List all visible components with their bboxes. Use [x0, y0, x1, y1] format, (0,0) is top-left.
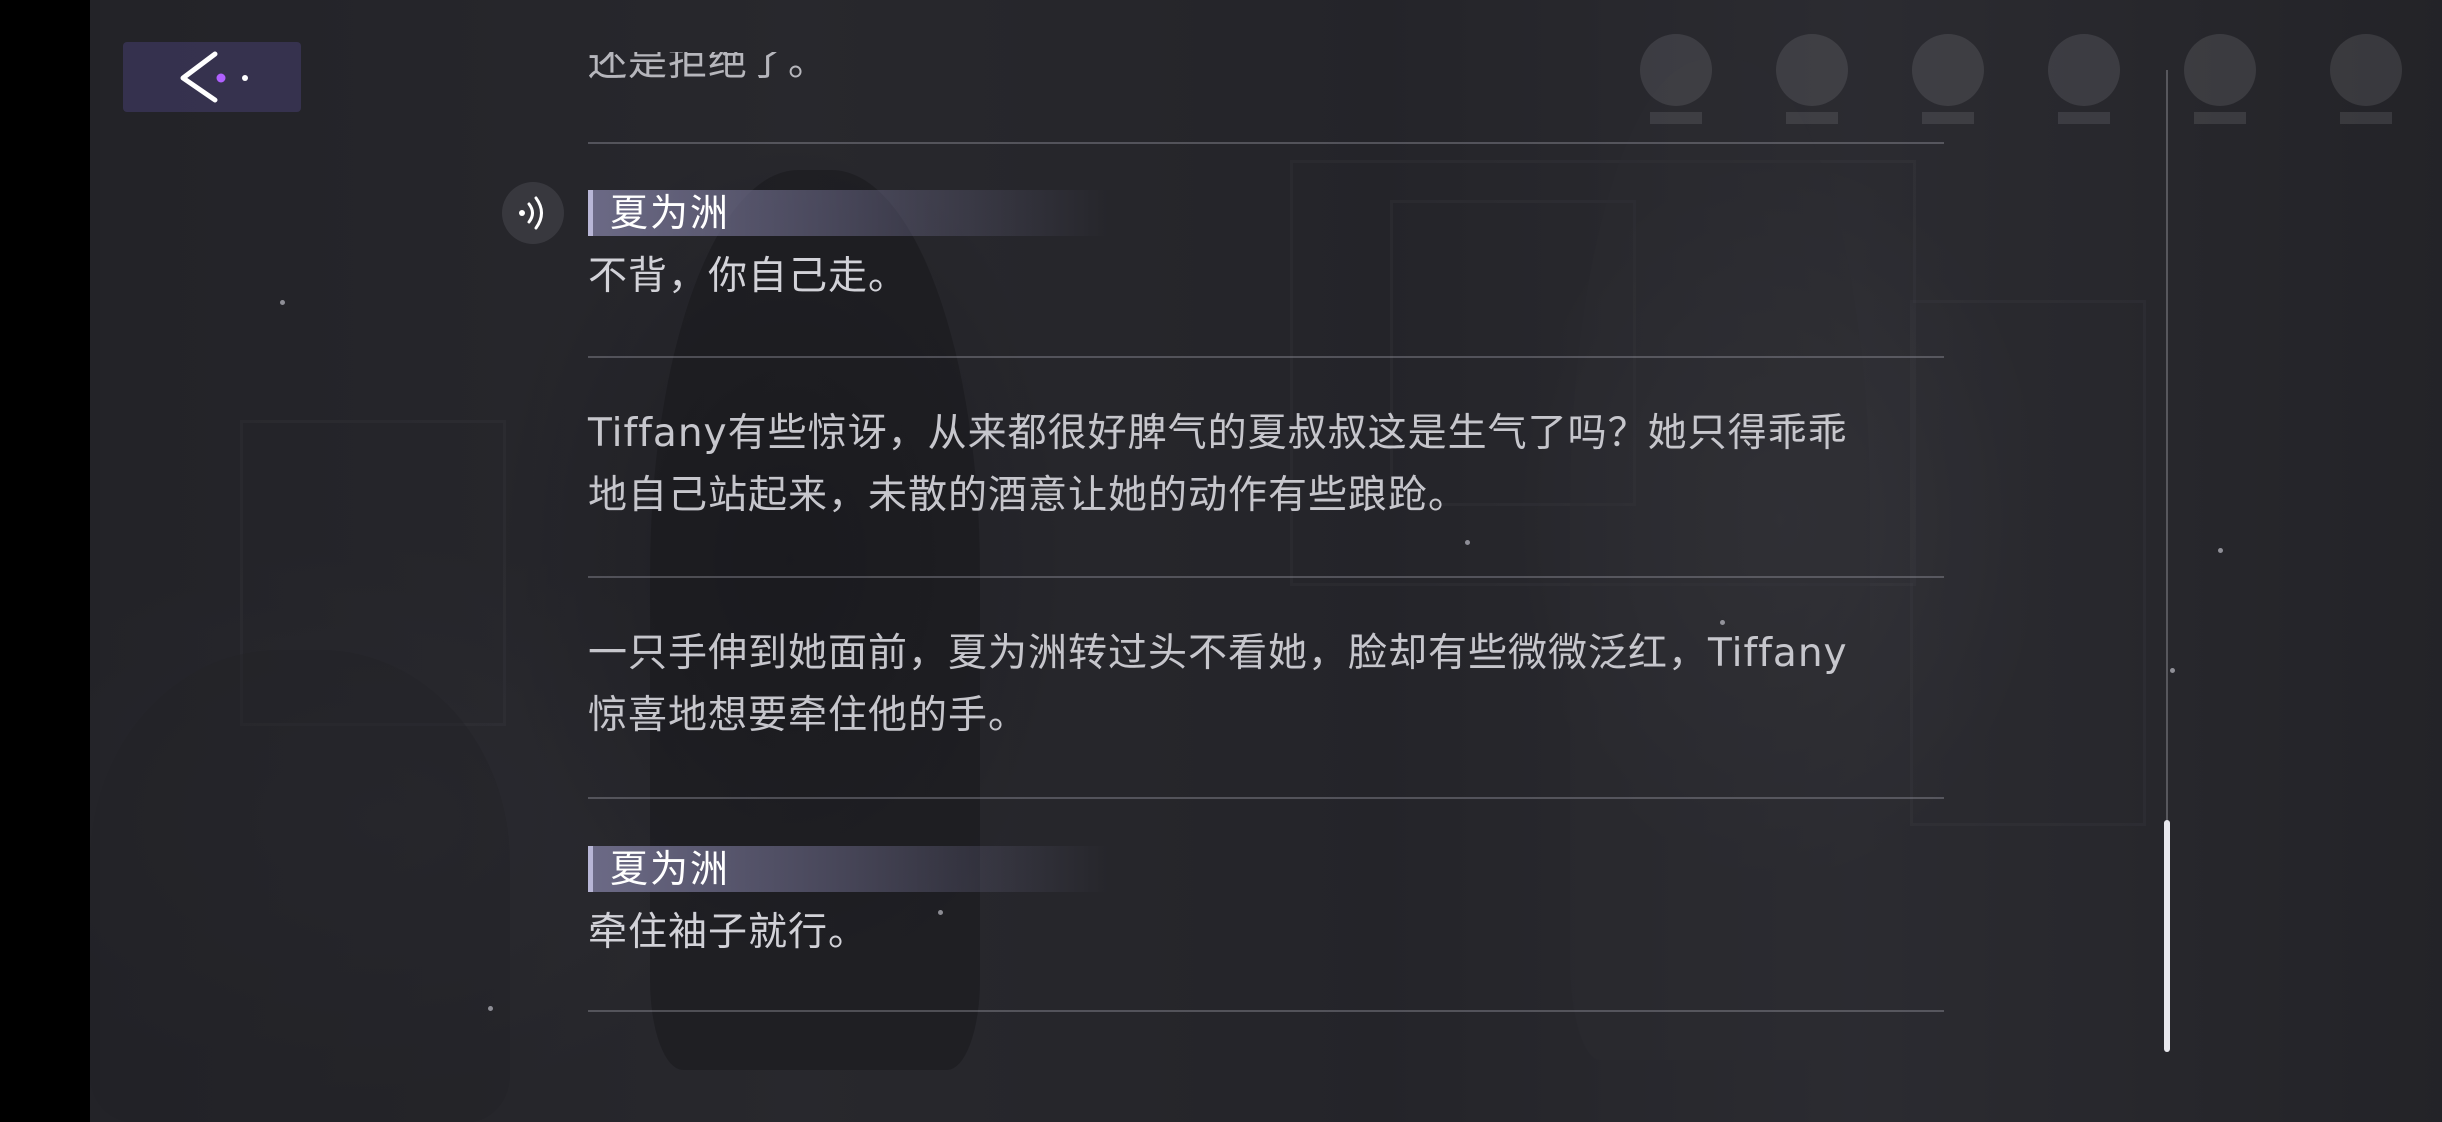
speaker-name: 夏为洲 — [610, 191, 731, 235]
log-divider — [588, 797, 1944, 799]
story-log-screen: 还是拒绝了。 夏为洲 不背，你自己走。 Tiffany有些惊讶，从来都很好脾气的… — [0, 0, 2442, 1122]
log-entry-narration: Tiffany有些惊讶，从来都很好脾气的夏叔叔这是生气了吗？她只得乖乖 地自己站… — [588, 403, 1944, 527]
dialogue-text: 牵住袖子就行。 — [588, 910, 869, 955]
voice-replay-icon — [519, 196, 543, 230]
dialogue-text: 不背，你自己走。 — [588, 254, 909, 299]
log-divider — [588, 356, 1944, 358]
left-letterbox — [0, 0, 90, 1122]
voice-replay-button[interactable] — [502, 182, 564, 244]
speaker-tag: 夏为洲 — [588, 846, 1108, 892]
back-button[interactable] — [123, 42, 301, 112]
log-entry-narration: 还是拒绝了。 — [588, 38, 1944, 88]
speaker-tag: 夏为洲 — [588, 190, 1108, 236]
dialogue-log[interactable]: 还是拒绝了。 夏为洲 不背，你自己走。 Tiffany有些惊讶，从来都很好脾气的… — [588, 0, 1944, 1122]
pause-icon — [2184, 34, 2256, 124]
back-arrow-icon — [180, 51, 248, 103]
log-divider — [588, 1010, 1944, 1012]
skip-icon — [2048, 34, 2120, 124]
narration-text: 一只手伸到她面前，夏为洲转过头不看她，脸却有些微微泛红，Tiffany 惊喜地想… — [588, 631, 1848, 738]
narration-text: Tiffany有些惊讶，从来都很好脾气的夏叔叔这是生气了吗？她只得乖乖 地自己站… — [588, 411, 1848, 518]
close-icon — [2330, 34, 2402, 124]
log-entry-narration: 一只手伸到她面前，夏为洲转过头不看她，脸却有些微微泛红，Tiffany 惊喜地想… — [588, 623, 1944, 747]
log-divider — [588, 142, 1944, 144]
speaker-name: 夏为洲 — [610, 847, 731, 891]
narration-text: 还是拒绝了。 — [588, 40, 829, 85]
scrollbar-thumb[interactable] — [2164, 820, 2170, 1052]
log-divider — [588, 576, 1944, 578]
